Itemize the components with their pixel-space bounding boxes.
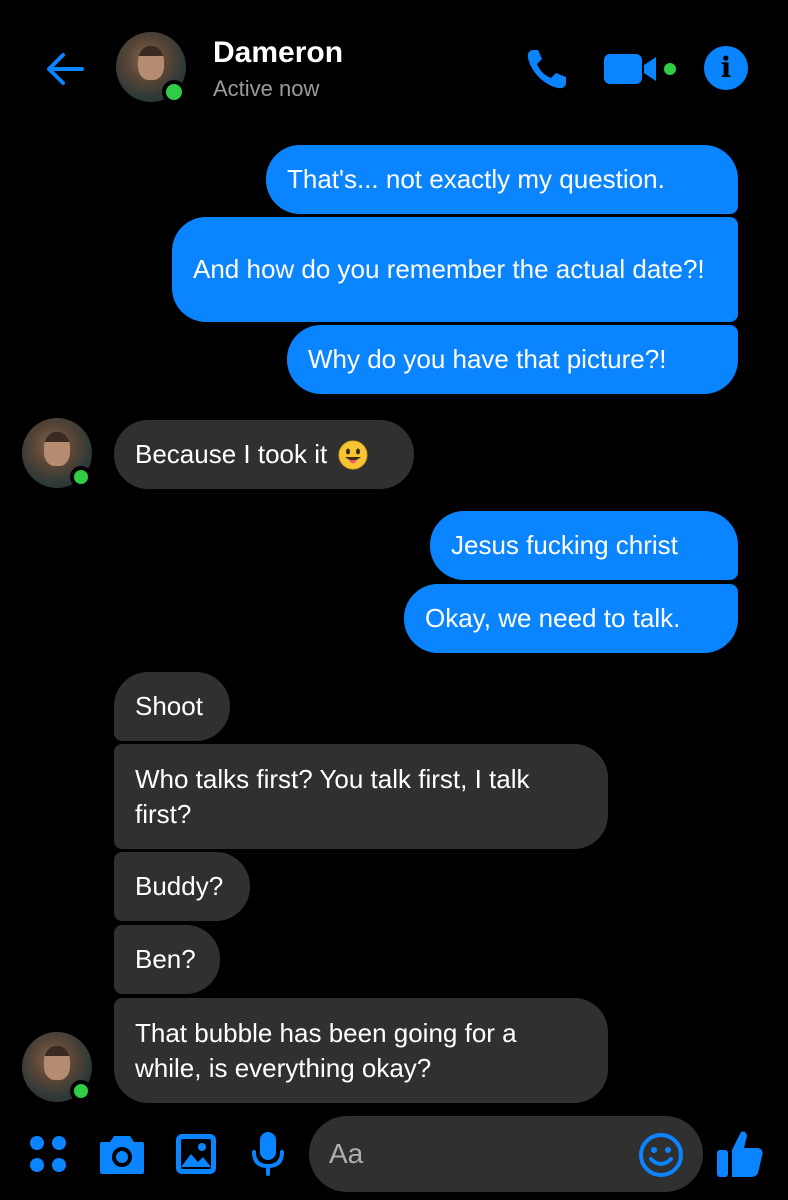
emoji-icon[interactable] <box>638 1132 684 1178</box>
thumbs-up-icon[interactable] <box>714 1128 766 1180</box>
received-message[interactable]: Shoot <box>114 672 230 741</box>
contact-status: Active now <box>213 76 320 101</box>
received-message[interactable]: Because I took it <box>114 420 414 489</box>
conversation-header: Dameron Active now i <box>0 0 788 130</box>
sent-message[interactable]: And how do you remember the actual date?… <box>172 217 738 322</box>
sent-message[interactable]: Why do you have that picture?! <box>287 325 738 394</box>
gallery-icon[interactable] <box>174 1132 218 1176</box>
phone-icon[interactable] <box>524 46 572 92</box>
video-camera-icon[interactable] <box>602 50 680 88</box>
microphone-icon[interactable] <box>250 1130 286 1178</box>
received-message[interactable]: Ben? <box>114 925 220 994</box>
received-message[interactable]: Buddy? <box>114 852 250 921</box>
grinning-face-with-tongue-icon <box>337 439 369 471</box>
apps-grid-icon[interactable] <box>28 1134 68 1174</box>
received-message[interactable]: Who talks first? You talk first, I talk … <box>114 744 608 849</box>
sent-message[interactable]: Jesus fucking christ <box>430 511 738 580</box>
sent-message[interactable]: That's... not exactly my question. <box>266 145 738 214</box>
online-indicator <box>162 80 186 104</box>
message-text: Because I took it <box>135 439 328 469</box>
received-message[interactable]: That bubble has been going for a while, … <box>114 998 608 1103</box>
contact-name[interactable]: Dameron <box>213 36 343 70</box>
back-arrow-icon[interactable] <box>44 48 86 90</box>
info-icon[interactable]: i <box>704 46 748 90</box>
online-indicator <box>70 466 92 488</box>
online-indicator <box>70 1080 92 1102</box>
sent-message[interactable]: Okay, we need to talk. <box>404 584 738 653</box>
camera-icon[interactable] <box>98 1132 146 1176</box>
